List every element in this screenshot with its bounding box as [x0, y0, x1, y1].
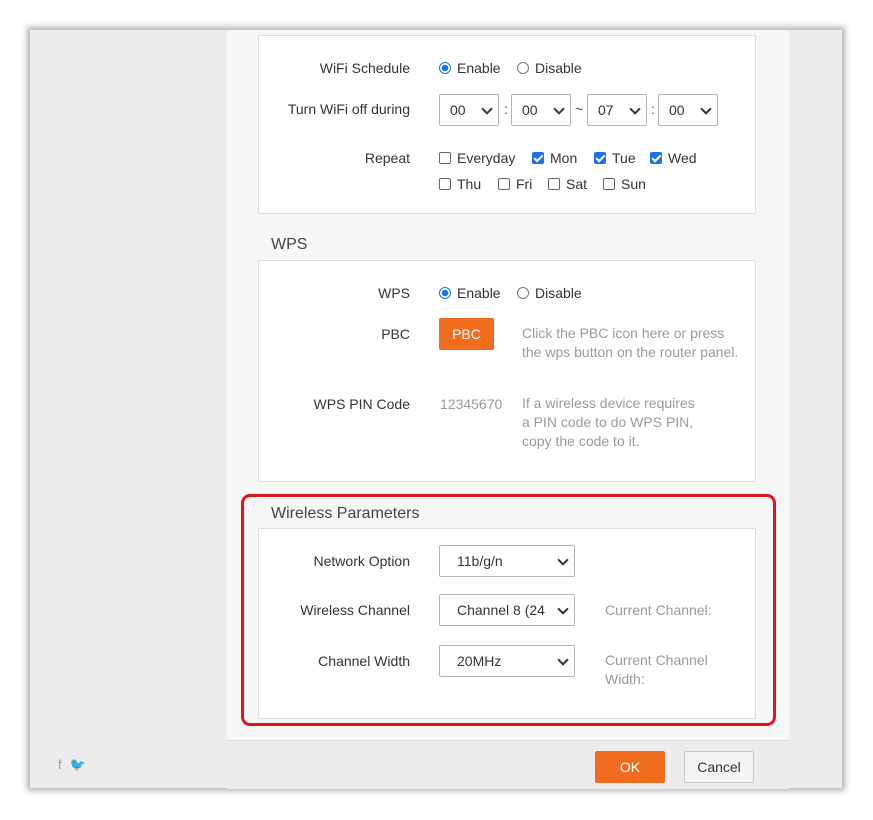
wps-disable-option[interactable]: Disable — [517, 285, 582, 301]
pbc-hint-line: the wps button on the router panel. — [522, 344, 739, 360]
ok-button[interactable]: OK — [595, 751, 665, 783]
day-label: Wed — [668, 150, 697, 166]
checkbox-icon[interactable] — [439, 178, 451, 190]
pin-hint-line: If a wireless device requires — [522, 395, 695, 411]
start-minute-value: 00 — [522, 102, 538, 118]
wifi-schedule-label: WiFi Schedule — [319, 60, 410, 76]
pbc-button[interactable]: PBC — [439, 318, 494, 350]
wifi-schedule-disable-label: Disable — [535, 60, 582, 76]
checkbox-checked-icon[interactable] — [594, 152, 606, 164]
wifi-schedule-disable-option[interactable]: Disable — [517, 60, 582, 76]
wps-pin-label: WPS PIN Code — [313, 396, 410, 412]
wps-enable-option[interactable]: Enable — [439, 285, 501, 301]
wifi-schedule-enable-label: Enable — [457, 60, 501, 76]
day-checkbox-wed[interactable]: Wed — [650, 150, 697, 166]
time-colon: : — [651, 101, 655, 117]
day-label: Everyday — [457, 150, 516, 166]
day-checkbox-sat[interactable]: Sat — [548, 176, 587, 192]
end-hour-select[interactable]: 07 — [587, 94, 647, 126]
day-label: Sat — [566, 176, 588, 192]
wps-disable-label: Disable — [535, 285, 582, 301]
time-colon: : — [504, 101, 508, 117]
checkbox-checked-icon[interactable] — [650, 152, 662, 164]
radio-selected-icon[interactable] — [439, 287, 451, 299]
end-hour-value: 07 — [598, 102, 614, 118]
wps-pin-hint: If a wireless device requires a PIN code… — [522, 394, 695, 451]
start-minute-select[interactable]: 00 — [511, 94, 571, 126]
day-label: Tue — [612, 150, 636, 166]
time-range-tilde: ~ — [575, 101, 584, 117]
right-margin — [789, 30, 842, 788]
day-label: Mon — [550, 150, 578, 166]
day-checkbox-everyday[interactable]: Everyday — [439, 150, 515, 166]
wps-enable-label: Enable — [457, 285, 501, 301]
end-minute-select[interactable]: 00 — [658, 94, 718, 126]
checkbox-icon[interactable] — [439, 152, 451, 164]
chevron-down-icon — [629, 103, 641, 115]
day-checkbox-fri[interactable]: Fri — [498, 176, 532, 192]
day-label: Thu — [457, 176, 482, 192]
day-checkbox-sun[interactable]: Sun — [603, 176, 646, 192]
start-hour-value: 00 — [450, 102, 466, 118]
checkbox-icon[interactable] — [498, 178, 510, 190]
cancel-button[interactable]: Cancel — [684, 751, 754, 783]
end-minute-value: 00 — [669, 102, 685, 118]
pin-hint-line: a PIN code to do WPS PIN, — [522, 414, 694, 430]
wps-pin-value: 12345670 — [440, 396, 503, 412]
twitter-icon[interactable]: 🐦 — [70, 757, 86, 772]
radio-unselected-icon[interactable] — [517, 62, 529, 74]
chevron-down-icon — [700, 103, 712, 115]
day-label: Sun — [621, 176, 646, 192]
wps-section-title: WPS — [271, 236, 308, 253]
left-sidebar — [30, 30, 227, 788]
repeat-label: Repeat — [364, 150, 410, 166]
wps-label: WPS — [378, 285, 410, 301]
pin-hint-line: copy the code to it. — [522, 433, 640, 449]
day-label: Fri — [516, 176, 533, 192]
day-checkbox-mon[interactable]: Mon — [532, 150, 577, 166]
social-links: f 🐦 — [58, 757, 94, 773]
chevron-down-icon — [481, 103, 493, 115]
pbc-hint: Click the PBC icon here or press the wps… — [522, 324, 738, 362]
pbc-label: PBC — [381, 326, 410, 342]
checkbox-icon[interactable] — [548, 178, 560, 190]
highlight-annotation-box — [241, 494, 776, 726]
wifi-schedule-enable-option[interactable]: Enable — [439, 60, 501, 76]
facebook-icon[interactable]: f — [58, 757, 62, 772]
chevron-down-icon — [553, 103, 565, 115]
day-checkbox-tue[interactable]: Tue — [594, 150, 636, 166]
checkbox-icon[interactable] — [603, 178, 615, 190]
start-hour-select[interactable]: 00 — [439, 94, 499, 126]
radio-unselected-icon[interactable] — [517, 287, 529, 299]
radio-selected-icon[interactable] — [439, 62, 451, 74]
pbc-hint-line: Click the PBC icon here or press — [522, 325, 725, 341]
day-checkbox-thu[interactable]: Thu — [439, 176, 481, 192]
turn-wifi-off-label: Turn WiFi off during — [287, 101, 410, 117]
checkbox-checked-icon[interactable] — [532, 152, 544, 164]
